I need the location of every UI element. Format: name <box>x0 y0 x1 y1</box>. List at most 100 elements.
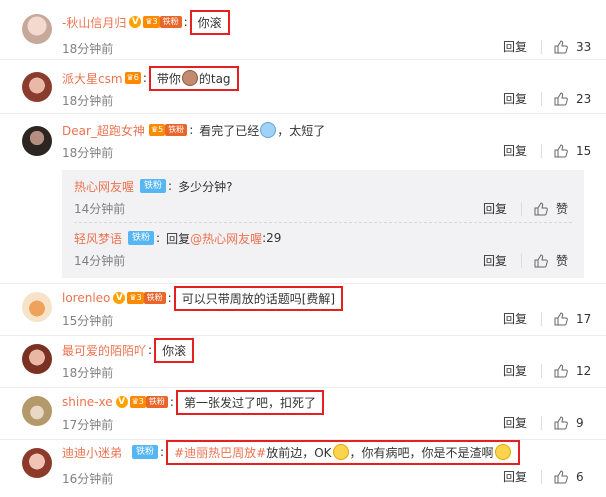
highlighted-comment-text: 可以只带周放的话题吗[费解] <box>173 285 344 311</box>
comment-actions: 回复 6 <box>472 470 606 484</box>
comment-item: -秋山信月归 V ♛3 铁粉 : 你滚 18分钟前 回复 33 <box>0 0 606 60</box>
avatar[interactable] <box>22 396 52 426</box>
like-button[interactable]: 12 <box>542 364 606 378</box>
reply-button[interactable]: 回复 <box>472 92 542 106</box>
comment-actions: 回复 15 <box>472 144 606 158</box>
like-button[interactable]: 9 <box>542 416 606 430</box>
reply-button[interactable]: 回复 <box>462 253 522 268</box>
username[interactable]: 迪迪小迷弟 <box>62 444 122 461</box>
like-count: 15 <box>576 144 592 158</box>
comment-actions: 回复 12 <box>472 364 606 378</box>
fan-badge: 铁粉 <box>159 16 182 28</box>
comment-item: 派大星csm ♛6 : 带你 的tag 18分钟前 回复 23 <box>0 60 606 114</box>
fan-badge: 铁粉 <box>132 445 159 459</box>
surprised-emoji-icon <box>494 444 511 460</box>
comment-item: shine-xe V ♛3 铁粉 : 第一张发过了吧，扣死了 17分钟前 回复 … <box>0 388 606 440</box>
avatar[interactable] <box>22 14 52 44</box>
fan-badge: 铁粉 <box>143 292 166 304</box>
reply-button[interactable]: 回复 <box>472 470 542 484</box>
comment-item: lorenleo V ♛3 铁粉 : 可以只带周放的话题吗[费解] 15分钟前 … <box>0 284 606 336</box>
verified-v-icon: V <box>113 292 126 304</box>
avatar[interactable] <box>22 72 52 102</box>
like-button[interactable]: 15 <box>542 144 606 158</box>
reply-username[interactable]: 热心网友喔 <box>74 178 134 195</box>
highlighted-comment-text: 你滚 <box>154 337 195 363</box>
thumbs-up-icon <box>534 201 548 215</box>
timestamp: 14分钟前 <box>74 254 126 268</box>
reply-divider <box>74 222 572 223</box>
like-button[interactable]: 赞 <box>522 200 572 217</box>
fan-badge: 铁粉 <box>165 124 188 136</box>
sweat-emoji-icon <box>260 122 277 138</box>
fan-badge: 铁粉 <box>145 396 168 408</box>
comment-text: 看完了已经 <box>199 123 260 138</box>
timestamp: 18分钟前 <box>62 146 114 160</box>
thumbs-up-icon <box>554 416 568 430</box>
fan-badge: 铁粉 <box>128 231 155 245</box>
highlighted-comment-text: #迪丽热巴周放# 放前边，OK ，你有病吧，你是不是渣啊 <box>166 439 520 465</box>
like-button[interactable]: 17 <box>542 312 606 326</box>
timestamp: 18分钟前 <box>62 94 114 108</box>
comment-item: 迪迪小迷弟 铁粉 : #迪丽热巴周放# 放前边，OK ，你有病吧，你是不是渣啊 … <box>0 439 606 497</box>
reply-text: 多少分钟? <box>178 179 233 194</box>
like-count: 6 <box>576 470 584 484</box>
like-count: 33 <box>576 40 592 54</box>
thumbs-up-icon <box>534 253 548 267</box>
username[interactable]: 最可爱的陌陌吖 <box>62 342 146 359</box>
thumbs-up-icon <box>554 92 568 106</box>
reply-button[interactable]: 回复 <box>472 312 542 326</box>
comment-header: -秋山信月归 V ♛3 铁粉 : 你滚 <box>62 9 230 35</box>
like-button[interactable]: 33 <box>542 40 606 54</box>
comment-actions: 回复 33 <box>472 40 606 54</box>
username[interactable]: lorenleo <box>62 291 110 305</box>
like-label: 赞 <box>556 202 569 216</box>
avatar[interactable] <box>22 448 52 478</box>
level-icon: ♛3 <box>127 292 144 304</box>
username[interactable]: 派大星csm <box>62 70 123 87</box>
avatar-emoji-icon <box>181 70 198 86</box>
fan-badge: 铁粉 <box>140 179 167 193</box>
comment-header: 派大星csm ♛6 : 带你 的tag <box>62 65 239 91</box>
avatar[interactable] <box>22 292 52 322</box>
level-icon: ♛6 <box>124 72 141 84</box>
highlighted-comment-text: 第一张发过了吧，扣死了 <box>175 389 324 415</box>
comment-actions: 回复 9 <box>472 416 606 430</box>
like-button[interactable]: 6 <box>542 470 606 484</box>
avatar[interactable] <box>22 344 52 374</box>
reply-button[interactable]: 回复 <box>472 40 542 54</box>
like-count: 17 <box>576 312 592 326</box>
hashtag-link[interactable]: #迪丽热巴周放# <box>174 444 266 461</box>
thumbs-up-icon <box>554 312 568 326</box>
timestamp: 15分钟前 <box>62 314 114 328</box>
reply-button[interactable]: 回复 <box>472 416 542 430</box>
highlighted-comment-text: 带你 的tag <box>148 65 239 91</box>
comment-actions: 回复 23 <box>472 92 606 106</box>
thumbs-up-icon <box>554 364 568 378</box>
level-icon: ♛3 <box>143 16 160 28</box>
comment-header: lorenleo V ♛3 铁粉 : 可以只带周放的话题吗[费解] <box>62 285 344 311</box>
reply-actions: 回复 赞 <box>462 252 572 269</box>
like-button[interactable]: 23 <box>542 92 606 106</box>
comment-list: -秋山信月归 V ♛3 铁粉 : 你滚 18分钟前 回复 33 派大星csm ♛… <box>0 0 606 497</box>
timestamp: 18分钟前 <box>62 42 114 56</box>
comment-item: 最可爱的陌陌吖 : 你滚 18分钟前 回复 12 <box>0 336 606 388</box>
reply-thread: 热心网友喔 铁粉 : 多少分钟? 14分钟前 回复 赞 轻风梦语 铁粉 : 回复 <box>62 170 584 278</box>
reply-button[interactable]: 回复 <box>462 201 522 216</box>
verified-v-icon: V <box>129 16 142 28</box>
avatar[interactable] <box>22 126 52 156</box>
like-button[interactable]: 赞 <box>522 252 572 269</box>
reply-button[interactable]: 回复 <box>472 144 542 158</box>
username[interactable]: shine-xe <box>62 395 113 409</box>
surprised-emoji-icon <box>332 444 349 460</box>
username[interactable]: -秋山信月归 <box>62 14 126 31</box>
thumbs-up-icon <box>554 40 568 54</box>
like-count: 23 <box>576 92 592 106</box>
reply-username[interactable]: 轻风梦语 <box>74 230 122 247</box>
comment-header: 迪迪小迷弟 铁粉 : #迪丽热巴周放# 放前边，OK ，你有病吧，你是不是渣啊 <box>62 439 520 465</box>
timestamp: 18分钟前 <box>62 366 114 380</box>
mention-link[interactable]: @热心网友喔 <box>190 230 262 247</box>
username[interactable]: Dear_超跑女神 <box>62 122 145 139</box>
reply-button[interactable]: 回复 <box>472 364 542 378</box>
comment-item: Dear_超跑女神 ♛5 铁粉 : 看完了已经 ，太短了 18分钟前 回复 15… <box>0 114 606 284</box>
like-count: 12 <box>576 364 592 378</box>
